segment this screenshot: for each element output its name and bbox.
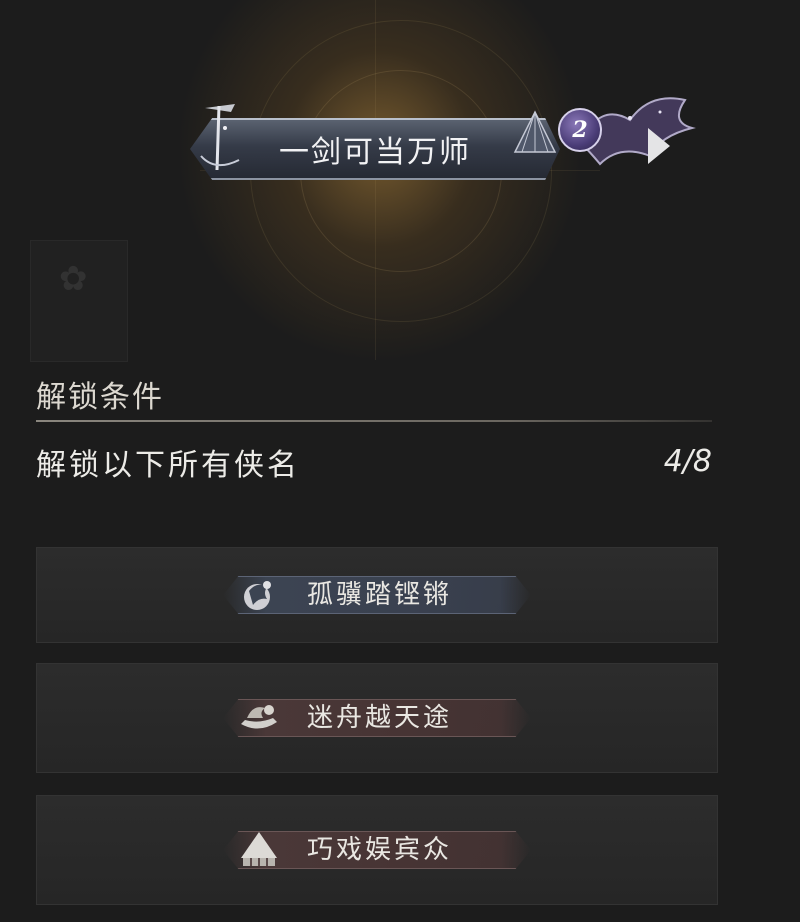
boat-emblem-icon (241, 705, 277, 729)
required-title-card[interactable]: 巧戏娱宾众 (36, 795, 718, 905)
pavilion-emblem-icon (241, 832, 277, 866)
horse-emblem-icon (244, 581, 271, 610)
title-chip: 迷舟越天途 (223, 699, 531, 737)
fan-cloud-ornament-icon (513, 97, 696, 166)
unlock-condition-text: 解锁以下所有侠名 (36, 448, 300, 483)
sword-ornament-icon (200, 104, 240, 171)
required-title-card[interactable]: 迷舟越天途 (36, 663, 718, 773)
title-level-badge: 2 (558, 108, 602, 152)
section-divider (36, 420, 712, 422)
title-chip-label: 巧戏娱宾众 (307, 835, 453, 865)
unlock-progress: 4/8 (663, 444, 712, 479)
title-name: 一剑可当万师 (279, 135, 471, 170)
next-title-arrow-icon[interactable] (648, 128, 670, 164)
required-title-card[interactable]: 孤骥踏铿锵 (36, 547, 718, 643)
title-chip: 孤骥踏铿锵 (223, 576, 531, 614)
background-rune-line (375, 0, 376, 360)
title-chip-label: 迷舟越天途 (307, 703, 453, 733)
faded-emblem-icon: ✿ (59, 259, 88, 299)
side-panel-ghost: ✿ (30, 240, 128, 362)
title-chip-label: 孤骥踏铿锵 (307, 580, 453, 610)
unlock-conditions-heading: 解锁条件 (36, 380, 164, 415)
title-chip: 巧戏娱宾众 (223, 831, 531, 869)
title-banner: 一剑可当万师 (190, 118, 560, 180)
